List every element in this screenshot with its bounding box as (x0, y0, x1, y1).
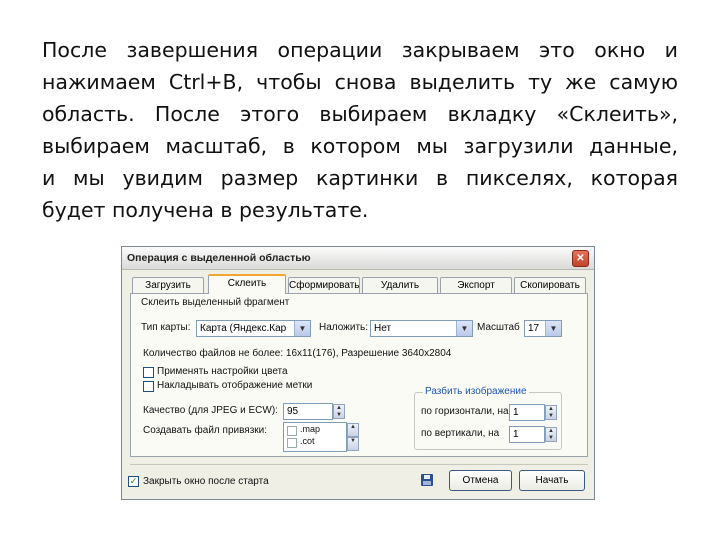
map-type-label: Тип карты: (141, 322, 191, 333)
binding-file-list[interactable]: .map .cot (283, 422, 347, 452)
overlay-select[interactable]: Нет ▼ (370, 320, 473, 337)
dialog-title: Операция с выделенной областью (127, 252, 311, 264)
split-horizontal-value: 1 (513, 407, 519, 418)
split-vertical-label: по вертикали, на (421, 428, 500, 439)
split-vertical-spinner[interactable]: ▲ ▼ (545, 427, 557, 442)
tab-merge[interactable]: Склеить (208, 274, 286, 294)
paragraph-line: После завершения операции закрываем это … (42, 38, 678, 62)
instruction-paragraph: После завершения операции закрываем это … (42, 34, 678, 226)
paragraph-line: выбираем масштаб, в котором мы загрузили… (42, 134, 678, 158)
tab-load[interactable]: Загрузить (132, 277, 204, 293)
close-icon: ✕ (576, 253, 585, 264)
cancel-button[interactable]: Отмена (449, 470, 512, 491)
merge-tab-panel: Склеить выделенный фрагмент Тип карты: К… (130, 293, 588, 457)
chevron-down-icon: ▼ (456, 321, 472, 336)
overlay-label: Наложить: (319, 322, 369, 333)
split-horizontal-spinner[interactable]: ▲ ▼ (545, 405, 557, 420)
list-scroll-down[interactable]: ▼ (347, 437, 359, 451)
selection-operation-dialog: Операция с выделенной областью ✕ Загрузи… (121, 246, 595, 500)
tab-copy[interactable]: Скопировать (514, 277, 586, 293)
quality-input[interactable]: 95 (283, 403, 333, 420)
dialog-titlebar: Операция с выделенной областью ✕ (122, 247, 594, 270)
paragraph-line: и мы увидим размер картинки в пикселях, … (42, 166, 678, 190)
chevron-down-icon: ▼ (545, 321, 561, 336)
paragraph-line: нажимаем Ctrl+B, чтобы снова выделить ту… (42, 70, 678, 94)
map-type-select[interactable]: Карта (Яндекс.Кар ▼ (196, 320, 311, 337)
tab-export[interactable]: Экспорт (440, 277, 512, 293)
close-after-start-checkbox[interactable]: ✓ (128, 476, 139, 487)
list-scroll-up[interactable]: ▲ (347, 423, 359, 437)
tab-form[interactable]: Сформировать (288, 277, 360, 293)
scale-label: Масштаб (477, 322, 520, 333)
split-group-label: Разбить изображение (423, 386, 529, 397)
chevron-down-icon: ▼ (294, 321, 310, 336)
quality-spinner[interactable]: ▲ ▼ (333, 404, 345, 419)
overlay-marks-label: Накладывать отображение метки (157, 380, 313, 391)
paragraph-line: область. После этого выбираем вкладку «С… (42, 102, 678, 126)
binding-option: .cot (300, 436, 315, 446)
binding-cot-checkbox[interactable] (287, 438, 297, 448)
apply-colors-checkbox[interactable] (143, 367, 154, 378)
split-horizontal-input[interactable]: 1 (509, 404, 545, 421)
binding-label: Создавать файл привязки: (143, 425, 268, 436)
overlay-value: Нет (374, 323, 392, 334)
info-text: Количество файлов не более: 16x11(176), … (143, 348, 452, 359)
binding-map-checkbox[interactable] (287, 426, 297, 436)
split-vertical-value: 1 (513, 429, 519, 440)
start-button[interactable]: Начать (519, 470, 585, 491)
close-button[interactable]: ✕ (572, 250, 589, 267)
split-image-group: Разбить изображение по горизонтали, на 1… (414, 386, 562, 450)
quality-value: 95 (287, 406, 299, 417)
section-title: Склеить выделенный фрагмент (141, 297, 290, 308)
save-icon[interactable] (421, 474, 433, 486)
scale-select[interactable]: 17 ▼ (524, 320, 562, 337)
split-vertical-input[interactable]: 1 (509, 426, 545, 443)
paragraph-line: будет получена в результате. (42, 198, 369, 222)
apply-colors-label: Применять настройки цвета (157, 366, 288, 377)
scale-value: 17 (528, 323, 540, 334)
quality-label: Качество (для JPEG и ECW): (143, 405, 278, 416)
overlay-marks-checkbox[interactable] (143, 381, 154, 392)
binding-option: .map (300, 424, 321, 434)
map-type-value: Карта (Яндекс.Кар (200, 323, 287, 334)
divider (130, 464, 588, 465)
tab-delete[interactable]: Удалить (362, 277, 438, 293)
split-horizontal-label: по горизонтали, на (421, 406, 509, 417)
close-after-start-label: Закрыть окно после старта (143, 476, 269, 487)
